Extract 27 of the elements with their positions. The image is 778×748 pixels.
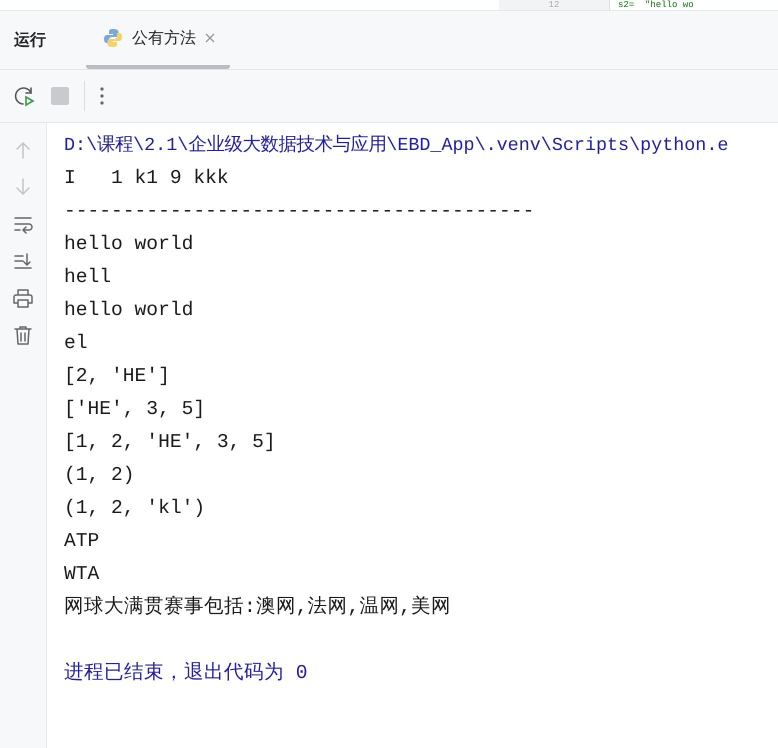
output-line: (1, 2, 'kl') (64, 496, 206, 521)
output-line: ATP (64, 529, 100, 554)
code-line: s2= "hello wo (617, 0, 695, 10)
output-line: hello world (64, 298, 194, 323)
output-line: (1, 2) (64, 463, 136, 488)
run-tab[interactable]: 公有方法 (86, 11, 230, 69)
line-number: 12 (499, 0, 610, 10)
python-icon (102, 27, 124, 49)
output-line: el (64, 331, 89, 356)
output-line: I 1 k1 9 kkk (64, 166, 230, 191)
print-icon[interactable] (12, 287, 34, 309)
output-line: 网球大满贯赛事包括:澳网,法网,温网,美网 (64, 594, 452, 620)
panel-title: 运行 (14, 30, 46, 50)
more-icon[interactable] (99, 85, 105, 107)
rerun-icon[interactable] (12, 84, 36, 108)
output-line: hell (64, 265, 112, 290)
output-line: ---------------------------------------- (64, 199, 536, 224)
output-line: WTA (64, 562, 100, 587)
output-line: [1, 2, 'HE', 3, 5] (64, 430, 277, 455)
command-line: D:\课程\2.1\企业级大数据技术与应用\EBD_App\.venv\Scripts\python.e (64, 133, 730, 158)
trash-icon[interactable] (12, 324, 34, 346)
output-line: [2, 'HE'] (64, 364, 171, 389)
exit-message: 进程已结束，退出代码为 0 (64, 660, 309, 686)
output-line: hello world (64, 232, 194, 257)
tab-label: 公有方法 (132, 28, 196, 48)
output-line: ['HE', 3, 5] (64, 397, 206, 422)
close-icon[interactable] (204, 32, 216, 44)
